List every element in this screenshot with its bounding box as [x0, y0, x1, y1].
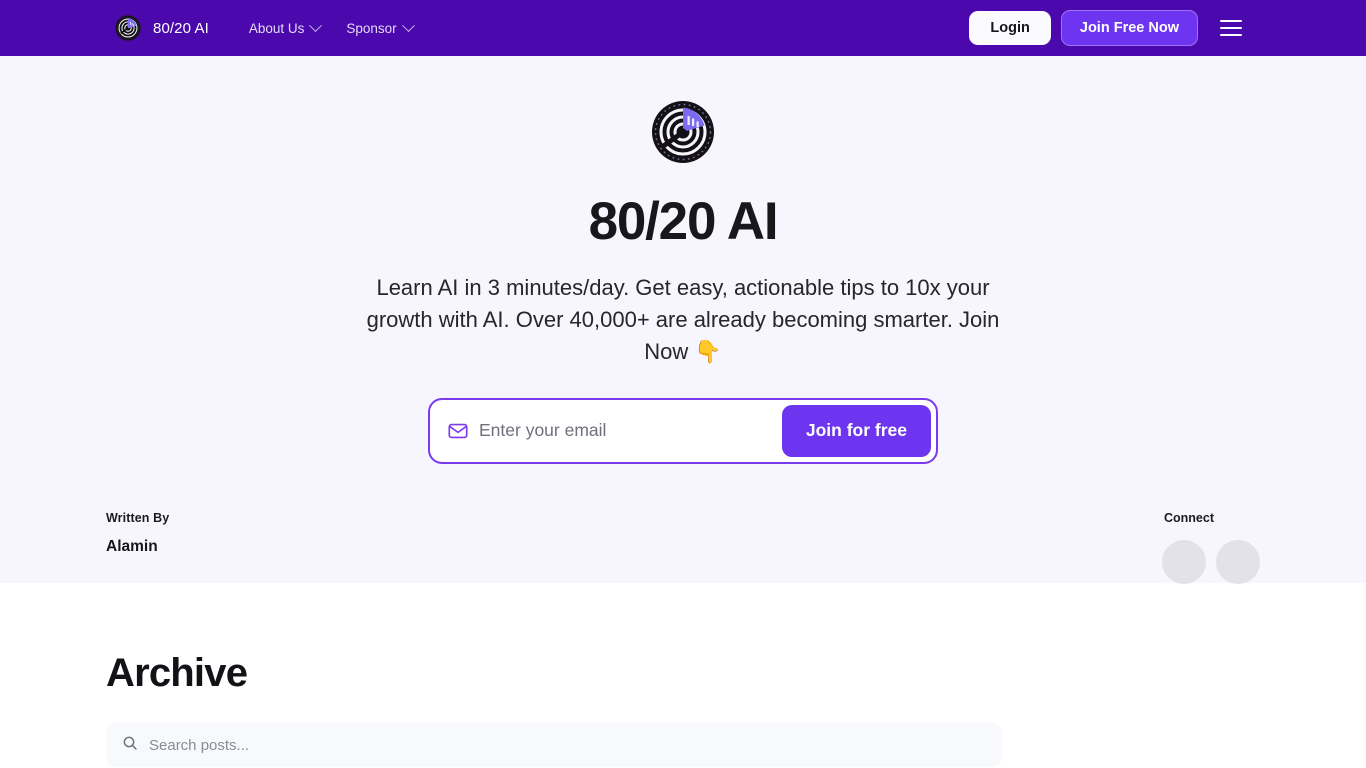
author-name-link[interactable]: Alamin: [106, 538, 169, 556]
page-title: 80/20 AI: [588, 192, 779, 251]
signup-form-wrapper: Join for free: [0, 397, 1366, 464]
search-posts-bar[interactable]: [106, 723, 1002, 767]
author-block: Written By Alamin: [106, 511, 169, 556]
nav-item-sponsor-label: Sponsor: [346, 20, 397, 36]
brand-name-label: 80/20 AI: [153, 19, 209, 37]
hero-section: 80/20 AI Learn AI in 3 minutes/day. Get …: [0, 56, 1366, 584]
connect-block: Connect: [1162, 511, 1260, 584]
archive-section: Archive: [0, 583, 1366, 767]
social-placeholder-icon[interactable]: [1162, 540, 1206, 584]
hero-meta-row: Written By Alamin Connect: [0, 511, 1366, 584]
brand-home-link[interactable]: 80/20 AI: [115, 15, 209, 41]
join-free-now-button[interactable]: Join Free Now: [1060, 10, 1198, 46]
email-signup-form: Join for free: [428, 397, 938, 464]
join-for-free-button[interactable]: Join for free: [781, 404, 931, 457]
social-links: [1162, 540, 1260, 584]
chevron-down-icon: [309, 18, 323, 32]
archive-title: Archive: [106, 651, 248, 695]
login-button[interactable]: Login: [969, 11, 1051, 45]
chevron-down-icon: [401, 18, 415, 32]
nav-item-sponsor[interactable]: Sponsor: [346, 18, 415, 36]
navbar-links: About Us Sponsor: [248, 18, 415, 36]
brand-radar-logo-icon: [115, 15, 141, 41]
hamburger-line: [1220, 27, 1242, 29]
navbar-right-group: Login Join Free Now: [969, 10, 1246, 46]
hero-brand-radar-logo-icon: [651, 100, 715, 164]
nav-item-about-us-label: About Us: [248, 20, 305, 36]
nav-item-about-us[interactable]: About Us: [248, 18, 323, 36]
written-by-label: Written By: [106, 511, 170, 525]
hero-subtitle: Learn AI in 3 minutes/day. Get easy, act…: [366, 274, 1000, 364]
hamburger-menu-icon[interactable]: [1220, 15, 1246, 41]
search-posts-input[interactable]: [149, 723, 986, 767]
connect-label: Connect: [1164, 511, 1214, 525]
hamburger-line: [1220, 20, 1242, 22]
navbar-left-group: 80/20 AI About Us Sponsor: [115, 15, 415, 41]
hamburger-line: [1220, 34, 1242, 36]
email-input[interactable]: [479, 404, 782, 457]
search-icon: [122, 735, 138, 756]
top-navbar: 80/20 AI About Us Sponsor Login Join Fre…: [0, 0, 1366, 56]
mail-envelope-icon: [447, 420, 469, 442]
social-placeholder-icon[interactable]: [1216, 540, 1260, 584]
